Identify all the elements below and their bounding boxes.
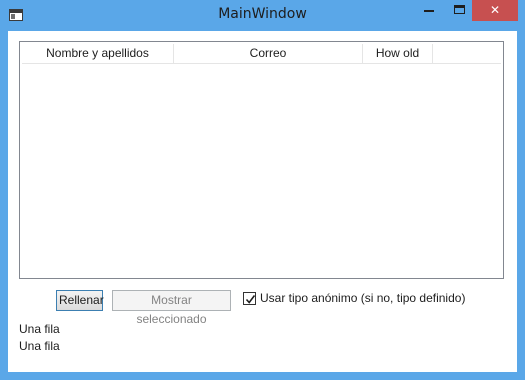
client-area: Nombre y apellidos Correo How old Rellen… [8, 31, 517, 372]
show-selected-button[interactable]: Mostrar seleccionado [112, 290, 231, 326]
fill-button[interactable]: Rellenar [56, 290, 104, 311]
maximize-icon [454, 5, 465, 14]
minimize-button[interactable] [415, 0, 443, 21]
title-bar[interactable]: MainWindow ✕ [0, 0, 525, 32]
output-line: Una fila [19, 339, 60, 353]
column-header-age[interactable]: How old [363, 44, 433, 63]
maximize-button[interactable] [446, 0, 472, 21]
anonymous-type-label: Usar tipo anónimo (si no, tipo definido) [260, 291, 466, 305]
checkmark-icon [245, 295, 256, 304]
output-line: Una fila [19, 322, 60, 336]
list-view-header: Nombre y apellidos Correo How old [22, 44, 501, 64]
column-header-name[interactable]: Nombre y apellidos [22, 44, 174, 63]
anonymous-type-checkbox[interactable] [243, 292, 256, 305]
close-icon: ✕ [489, 3, 501, 17]
main-window: MainWindow ✕ Nombre y apellidos Correo H… [0, 0, 525, 380]
minimize-icon [424, 10, 434, 12]
list-view[interactable]: Nombre y apellidos Correo How old [19, 41, 504, 279]
column-header-email[interactable]: Correo [174, 44, 363, 63]
close-button[interactable]: ✕ [472, 0, 518, 21]
